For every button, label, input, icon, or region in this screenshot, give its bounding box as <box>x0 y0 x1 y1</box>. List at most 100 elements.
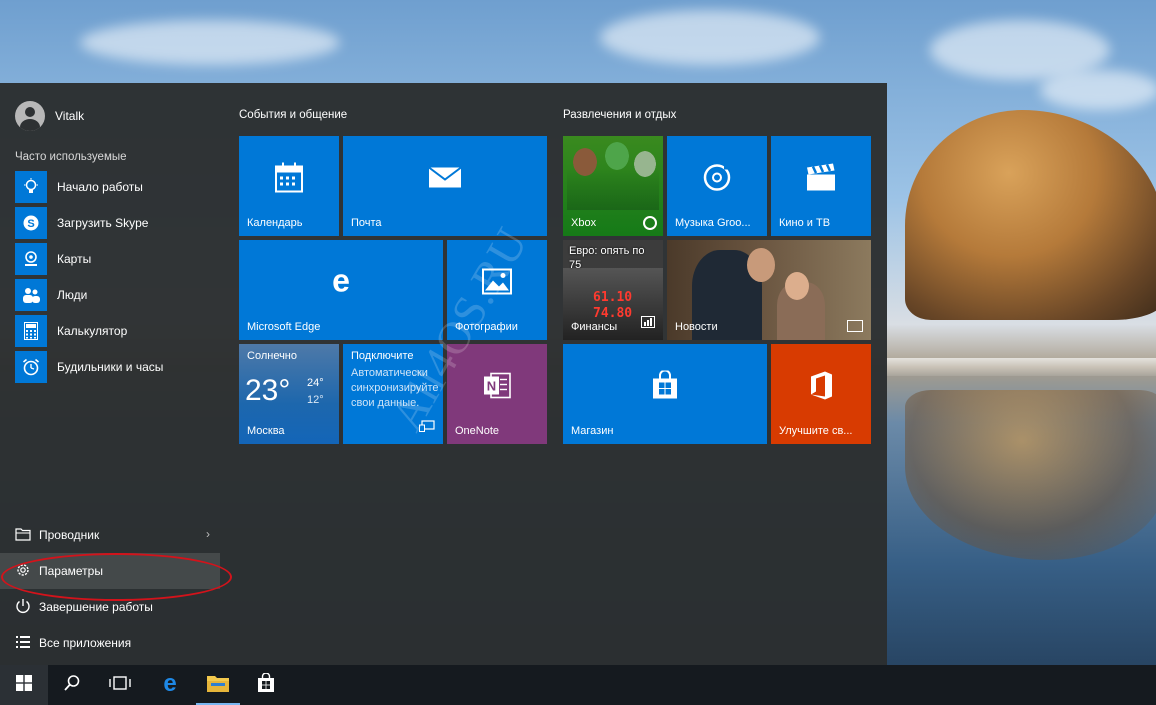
store-bag-icon <box>650 369 680 406</box>
app-item-alarms[interactable]: Будильники и часы <box>15 349 225 385</box>
tile-mail[interactable]: Почта <box>343 136 547 236</box>
app-label: Люди <box>57 288 88 302</box>
search-button[interactable] <box>48 665 96 705</box>
store-bag-icon <box>256 671 276 698</box>
calculator-icon <box>15 315 47 347</box>
all-apps-item[interactable]: Все приложения <box>0 625 230 661</box>
skype-icon: S <box>15 207 47 239</box>
group-title-entertainment: Развлечения и отдых <box>563 109 677 121</box>
taskbar-edge[interactable]: e <box>146 665 194 705</box>
group-title-events: События и общение <box>239 109 348 121</box>
tile-edge[interactable]: e Microsoft Edge <box>239 240 443 340</box>
edge-icon: e <box>159 670 181 699</box>
tile-label: Microsoft Edge <box>247 321 321 333</box>
taskbar: e <box>0 665 1156 705</box>
finance-digits-1: 61.10 <box>593 290 633 305</box>
news-photo-person <box>785 272 809 300</box>
svg-text:e: e <box>163 672 176 694</box>
app-item-people[interactable]: Люди <box>15 277 225 313</box>
app-label: Калькулятор <box>57 324 128 338</box>
app-label: Загрузить Skype <box>57 216 149 230</box>
tile-label: Почта <box>351 217 382 229</box>
start-button[interactable] <box>0 665 48 705</box>
tile-label: Xbox <box>571 217 597 229</box>
lightbulb-icon <box>15 171 47 203</box>
svg-text:N: N <box>487 379 496 394</box>
mail-icon <box>428 166 462 194</box>
app-label: Карты <box>57 252 92 266</box>
frequent-apps-title: Часто используемые <box>15 151 127 163</box>
tile-finance[interactable]: 61.10 74.80 Евро: опять по 75 Финансы <box>563 240 663 340</box>
list-icon <box>15 635 31 652</box>
newspaper-icon <box>847 320 863 332</box>
app-item-calculator[interactable]: Калькулятор <box>15 313 225 349</box>
cloud <box>80 20 340 65</box>
tile-label: Улучшите св... <box>779 425 853 437</box>
tile-label: OneNote <box>455 425 500 437</box>
app-item-skype[interactable]: S Загрузить Skype <box>15 205 225 241</box>
start-left-column: Vitalk Часто используемые Начало работы … <box>0 83 232 665</box>
rock-formation <box>905 110 1156 320</box>
highlight-ellipse <box>1 553 232 601</box>
tile-label: Магазин <box>571 425 614 437</box>
taskbar-explorer[interactable] <box>194 665 242 705</box>
tile-movies[interactable]: Кино и ТВ <box>771 136 871 236</box>
tile-weather[interactable]: Солнечно 23° 24° 12° Москва <box>239 344 339 444</box>
user-account[interactable]: Vitalk <box>15 101 84 131</box>
tile-label: Музыка Groo... <box>675 217 751 229</box>
weather-condition: Солнечно <box>247 350 297 362</box>
user-name: Vitalk <box>55 109 85 123</box>
app-item-get-started[interactable]: Начало работы <box>15 169 225 205</box>
frequent-apps-list: Начало работы S Загрузить Skype Карты Лю… <box>15 169 225 385</box>
shutdown-label: Завершение работы <box>39 600 153 614</box>
chart-icon <box>641 315 655 333</box>
cloud <box>600 10 820 65</box>
tile-label: Финансы <box>571 321 618 333</box>
alarm-clock-icon <box>15 351 47 383</box>
avatar <box>15 101 45 131</box>
start-menu: Vitalk Часто используемые Начало работы … <box>0 83 887 665</box>
weather-city: Москва <box>247 425 285 437</box>
people-icon <box>15 279 47 311</box>
tile-office[interactable]: Улучшите св... <box>771 344 871 444</box>
finance-digits-2: 74.80 <box>593 306 633 321</box>
folder-icon <box>15 527 31 544</box>
all-apps-label: Все приложения <box>39 636 132 650</box>
connect-title: Подключите <box>351 350 414 362</box>
tile-label: Новости <box>675 321 718 333</box>
svg-text:S: S <box>27 218 34 230</box>
onenote-icon: N <box>482 371 512 406</box>
svg-text:e: e <box>332 267 350 297</box>
calendar-icon <box>275 162 303 198</box>
cloud <box>1040 70 1156 110</box>
news-photo-person <box>747 248 775 282</box>
tile-music[interactable]: Музыка Groo... <box>667 136 767 236</box>
music-disc-icon <box>702 163 732 198</box>
explorer-item[interactable]: Проводник › <box>0 517 230 553</box>
weather-high: 24° <box>307 377 324 389</box>
explorer-label: Проводник <box>39 528 100 542</box>
tile-store[interactable]: Магазин <box>563 344 767 444</box>
taskbar-store[interactable] <box>242 665 290 705</box>
app-label: Начало работы <box>57 180 143 194</box>
chevron-right-icon[interactable]: › <box>206 527 210 541</box>
folder-icon <box>206 673 230 698</box>
tile-news[interactable]: Новости <box>667 240 871 340</box>
xbox-logo-icon <box>643 216 657 230</box>
windows-logo-icon <box>16 674 32 696</box>
wave-line <box>885 358 1156 376</box>
tile-label: Календарь <box>247 217 303 229</box>
edge-icon: e <box>326 263 356 302</box>
task-view-icon <box>109 675 131 696</box>
search-icon <box>63 674 81 697</box>
tile-xbox[interactable]: Xbox <box>563 136 663 236</box>
task-view-button[interactable] <box>96 665 144 705</box>
app-label: Будильники и часы <box>57 360 164 374</box>
tile-label: Кино и ТВ <box>779 217 831 229</box>
office-icon <box>807 371 835 406</box>
clapperboard-icon <box>806 163 836 197</box>
xbox-characters-image <box>567 140 659 210</box>
app-item-maps[interactable]: Карты <box>15 241 225 277</box>
power-icon <box>15 598 31 617</box>
tile-calendar[interactable]: Календарь <box>239 136 339 236</box>
